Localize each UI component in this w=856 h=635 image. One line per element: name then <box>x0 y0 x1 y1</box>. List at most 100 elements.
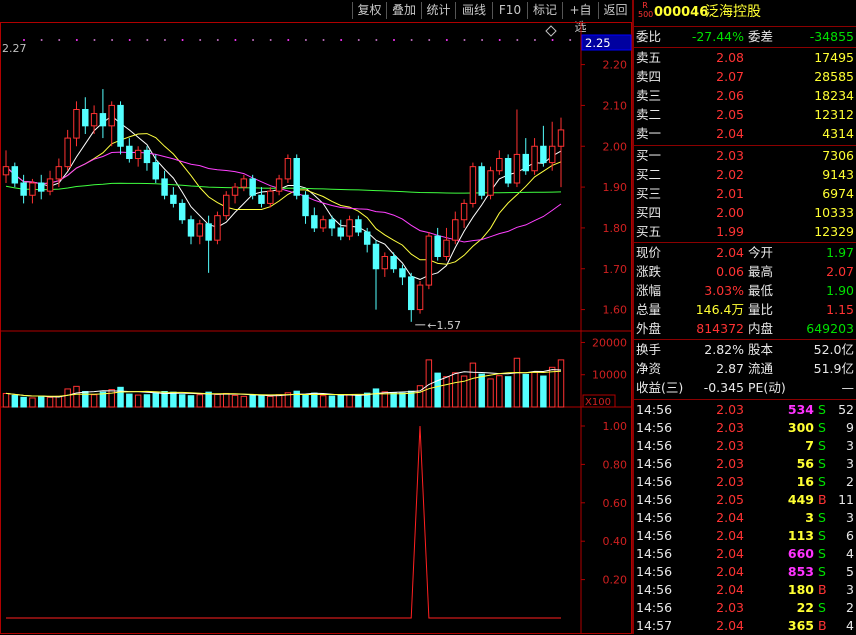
volume-bar <box>223 392 230 408</box>
sell-level-5[interactable]: 卖五 2.08 17495 <box>634 49 856 67</box>
tick-volume: 3 <box>805 510 814 525</box>
volume-bar <box>249 394 256 408</box>
volume-bar <box>90 394 98 408</box>
toolbar-button-4[interactable]: F10 <box>492 2 527 19</box>
stock-code[interactable]: 000046 <box>654 4 708 22</box>
badge-top: R <box>642 1 648 10</box>
buy-level-5[interactable]: 买五 1.99 12329 <box>634 223 856 241</box>
ma10-line <box>5 133 562 265</box>
volume-bar <box>504 376 512 408</box>
buy-level-1[interactable]: 买一 2.03 7306 <box>634 147 856 165</box>
signal-dot <box>463 39 466 41</box>
volume-bar <box>178 394 186 408</box>
tick-row[interactable]: 14:56 2.04 853 S 5 <box>634 563 856 581</box>
tick-time: 14:56 <box>636 474 673 489</box>
volume-bar <box>390 392 397 408</box>
candle-body <box>258 194 265 204</box>
tick-price: 2.04 <box>716 582 744 597</box>
fundamental-label: 流通 <box>748 361 774 376</box>
toolbar-button-7[interactable]: 返回 <box>598 2 632 19</box>
toolbar-button-0[interactable]: 复权 <box>352 2 386 19</box>
volume-bar <box>372 388 380 408</box>
signal-dot <box>269 39 272 41</box>
fundamental-value: 52.0亿 <box>813 342 854 357</box>
tick-row[interactable]: 14:56 2.05 449 B 11 <box>634 491 856 509</box>
tick-side: S <box>818 438 826 453</box>
tick-row[interactable]: 14:56 2.03 7 S 3 <box>634 437 856 455</box>
stat-label: 涨幅 <box>636 283 662 298</box>
volume-bar <box>557 359 565 408</box>
signal-dot <box>393 39 395 41</box>
tick-count: 4 <box>846 546 854 561</box>
toolbar-button-6[interactable]: +自选 <box>562 2 598 34</box>
diamond-icon[interactable] <box>545 25 557 37</box>
stat-value: 0.06 <box>716 264 744 279</box>
tick-row[interactable]: 14:57 2.04 365 B 4 <box>634 617 856 635</box>
buy-level-2[interactable]: 买二 2.02 9143 <box>634 166 856 184</box>
signal-dot <box>23 39 25 41</box>
signal-dot <box>216 39 219 41</box>
indicator-tick-label: 0.80 <box>603 458 628 471</box>
toolbar-button-1[interactable]: 叠加 <box>386 2 421 19</box>
stat-label: 今开 <box>748 245 774 260</box>
volume-bar <box>319 395 327 408</box>
volume-bar <box>293 390 300 408</box>
tick-row[interactable]: 14:56 2.04 113 S 6 <box>634 527 856 545</box>
price-tick-label: 1.60 <box>603 304 628 317</box>
tick-side: S <box>818 528 826 543</box>
signal-dot <box>40 39 43 41</box>
stock-name[interactable]: 泛海控股 <box>705 3 761 21</box>
candle-body <box>513 153 521 184</box>
toolbar-button-2[interactable]: 统计 <box>421 2 455 19</box>
tick-count: 5 <box>846 564 854 579</box>
tick-row[interactable]: 14:56 2.03 16 S 2 <box>634 473 856 491</box>
volume-bar <box>258 394 265 408</box>
volume-bar <box>126 393 133 408</box>
candle-body <box>267 190 274 204</box>
sell-level-1[interactable]: 卖一 2.04 4314 <box>634 125 856 143</box>
candle-body <box>11 166 19 184</box>
candle-body <box>399 268 406 278</box>
chart-area[interactable]: 2.20 2.10 2.00 1.90 1.80 1.70 1.60 2.27 2.25 ←1.5… <box>0 22 632 634</box>
ma20-line <box>5 151 562 243</box>
fundamental-value: 51.9亿 <box>813 361 854 376</box>
tick-row[interactable]: 14:56 2.04 660 S 4 <box>634 545 856 563</box>
candle-body <box>99 113 107 127</box>
volume-unit-label: X100 <box>585 397 611 408</box>
buy-level-price: 2.01 <box>716 186 744 201</box>
buy-level-label: 买三 <box>636 186 662 201</box>
buy-level-price: 2.00 <box>716 205 744 220</box>
tick-row[interactable]: 14:56 2.04 3 S 3 <box>634 509 856 527</box>
tick-row[interactable]: 14:56 2.03 534 S 52 <box>634 401 856 419</box>
volume-bar <box>540 375 547 408</box>
fundamental-row: 净资 2.87 流通 51.9亿 <box>634 360 856 378</box>
signal-dot <box>304 39 307 41</box>
stat-value: 649203 <box>806 321 854 336</box>
toolbar-button-5[interactable]: 标记 <box>527 2 562 19</box>
tick-row[interactable]: 14:56 2.03 22 S 2 <box>634 599 856 617</box>
candle-body <box>187 219 195 237</box>
signal-dot <box>252 39 255 41</box>
tick-row[interactable]: 14:56 2.04 180 B 3 <box>634 581 856 599</box>
signal-dot <box>340 39 343 41</box>
candle-body <box>337 227 344 237</box>
sell-level-3[interactable]: 卖三 2.06 18234 <box>634 87 856 105</box>
weibi-row: 委比 -27.44% 委差 -34855 <box>634 28 856 46</box>
tick-row[interactable]: 14:56 2.03 300 S 9 <box>634 419 856 437</box>
signal-dot <box>128 39 131 41</box>
volume-bar <box>302 394 309 408</box>
buy-level-3[interactable]: 买三 2.01 6974 <box>634 185 856 203</box>
tick-row[interactable]: 14:56 2.03 56 S 3 <box>634 455 856 473</box>
sell-level-2[interactable]: 卖二 2.05 12312 <box>634 106 856 124</box>
volume-bar <box>531 371 538 408</box>
sell-level-price: 2.08 <box>716 50 744 65</box>
tick-volume: 180 <box>787 582 814 597</box>
volume-bar <box>214 393 221 408</box>
volume-bar <box>267 395 274 408</box>
sell-level-4[interactable]: 卖四 2.07 28585 <box>634 68 856 86</box>
buy-level-volume: 9143 <box>822 167 854 182</box>
toolbar-button-3[interactable]: 画线 <box>455 2 492 19</box>
candle-body <box>355 219 362 233</box>
volume-bar <box>46 396 54 408</box>
buy-level-4[interactable]: 买四 2.00 10333 <box>634 204 856 222</box>
